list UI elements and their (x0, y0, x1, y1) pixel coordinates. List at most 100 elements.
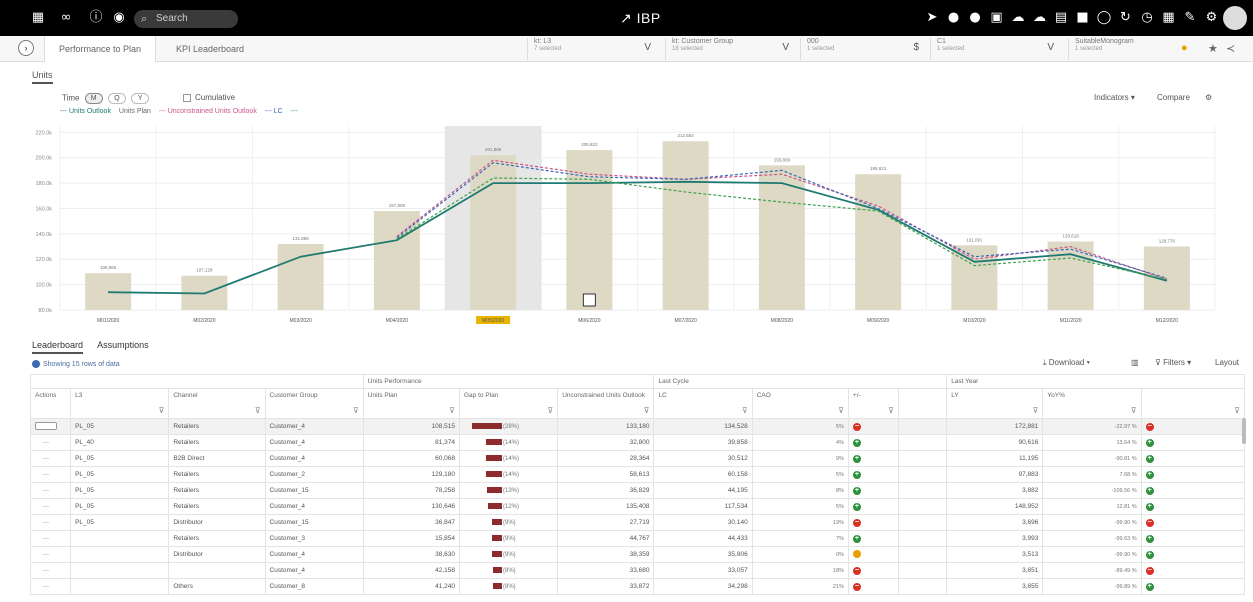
actions-cell[interactable]: — (29, 514, 72, 531)
actions-button[interactable]: — (35, 455, 57, 463)
actions-cell[interactable]: — (29, 578, 72, 595)
actions-button[interactable] (35, 421, 57, 430)
actions-button[interactable]: — (35, 535, 57, 543)
column-header[interactable]: Units Plan ⊽ (362, 388, 461, 419)
table-row[interactable]: PL_05 Retailers Customer_4 108,515 (28%) 133,… (29, 418, 1246, 435)
avatar[interactable] (1223, 6, 1247, 30)
legend-item[interactable]: Units Plan (119, 108, 151, 115)
actions-button[interactable]: — (35, 439, 57, 447)
file-icon[interactable]: ▤ (1053, 10, 1069, 26)
column-header[interactable]: CAO ⊽ (751, 388, 849, 419)
column-header[interactable]: LC ⊽ (653, 388, 753, 419)
refresh-icon[interactable]: ↻ (1118, 10, 1134, 26)
time-month-button[interactable]: M (84, 93, 103, 104)
actions-button[interactable]: — (35, 519, 57, 527)
table-row[interactable]: — PL_05 Retailers Customer_2 129,180 (14%) 58,… (29, 466, 1246, 483)
column-header[interactable]: +/- ⊽ (847, 388, 900, 419)
actions-cell[interactable]: — (29, 434, 72, 451)
clock-icon[interactable]: ◷ (1139, 10, 1155, 26)
time-year-button[interactable]: Y (131, 93, 150, 104)
column-header[interactable]: LY ⊽ (946, 388, 1044, 419)
star-icon[interactable]: ★ (1208, 42, 1218, 55)
actions-cell[interactable]: — (29, 466, 72, 483)
column-header[interactable]: L3 ⊽ (70, 388, 170, 419)
actions-button[interactable]: — (35, 487, 57, 495)
table-row[interactable]: — PL_05 Retailers Customer_15 78,258 (13%) 36,… (29, 482, 1246, 499)
table-scrollbar[interactable] (1242, 418, 1246, 444)
column-header[interactable]: Actions (29, 388, 72, 419)
compare-menu[interactable]: Compare (1157, 93, 1190, 102)
legend-item[interactable]: --- (291, 108, 298, 115)
column-header[interactable]: Gap to Plan ⊽ (458, 388, 559, 419)
filter-dropdown[interactable]: 000 1 selected $ (800, 38, 925, 60)
collapse-sidebar-button[interactable]: › (18, 40, 34, 56)
time-quarter-button[interactable]: Q (107, 93, 126, 104)
filter-icon[interactable]: ⊽ (838, 406, 844, 415)
column-header[interactable]: Customer Group ⊽ (264, 388, 364, 419)
actions-cell[interactable]: — (29, 562, 72, 579)
units-tab[interactable]: Units (32, 70, 53, 84)
columns-icon[interactable]: ▥ (1131, 358, 1139, 367)
tab-performance-to-plan[interactable]: Performance to Plan (44, 36, 157, 62)
tab-kpi-leaderboard[interactable]: KPI Leaderboard (162, 36, 258, 62)
legend-item[interactable]: --- Unconstrained Units Outlook (159, 108, 257, 115)
circle-icon[interactable]: ● (967, 10, 983, 26)
actions-cell[interactable]: — (29, 546, 72, 563)
filter-dropdown[interactable]: kt: Customer Group 18 selected V (665, 38, 795, 60)
filter-icon[interactable]: ⊽ (1033, 406, 1039, 415)
column-header[interactable] (898, 388, 948, 419)
column-header[interactable]: Channel ⊽ (168, 388, 266, 419)
table-row[interactable]: — Distributor Customer_4 38,630 (9%) 38,359 35… (29, 546, 1246, 563)
filter-icon[interactable]: ⊽ (742, 406, 748, 415)
table-row[interactable]: — PL_05 Distributor Customer_15 36,847 (9%) 27… (29, 514, 1246, 531)
bar[interactable] (951, 245, 998, 310)
table-row[interactable]: — PL_40 Retailers Customer_4 81,374 (14%) 32,8… (29, 434, 1246, 451)
filter-icon[interactable]: ⊽ (158, 406, 164, 415)
actions-cell[interactable]: — (29, 530, 72, 547)
actions-button[interactable]: — (35, 567, 57, 575)
share-icon[interactable]: ≺ (1226, 42, 1235, 55)
bar[interactable] (373, 211, 420, 310)
filter-dropdown[interactable]: C1 1 selected V (930, 38, 1060, 60)
actions-cell[interactable]: — (29, 450, 72, 467)
screen-icon[interactable]: ■ (1075, 10, 1091, 26)
filter-icon[interactable]: ⊽ (1234, 406, 1240, 415)
search-input[interactable]: ⌕ Search (134, 10, 238, 28)
filter-icon[interactable]: ⊽ (1131, 406, 1137, 415)
save-icon[interactable]: ▦ (1161, 10, 1177, 26)
doc-icon[interactable]: ▣ (989, 10, 1005, 26)
cumulative-checkbox[interactable] (183, 93, 191, 102)
table-row[interactable]: — PL_05 B2B Direct Customer_4 60,068 (14%) 28,… (29, 450, 1246, 467)
filters-button[interactable]: ⊽ Filters ▾ (1155, 358, 1191, 367)
filter-icon[interactable]: ⊽ (644, 406, 650, 415)
actions-cell[interactable] (29, 418, 72, 435)
filter-icon[interactable]: ⊽ (547, 406, 553, 415)
filter-dropdown[interactable]: SuitableMonogram 1 selected (1068, 38, 1173, 60)
tab-leaderboard[interactable]: Leaderboard (32, 340, 84, 354)
bar[interactable] (470, 155, 517, 310)
legend-item[interactable]: --- Units Outlook (60, 108, 111, 115)
link-icon[interactable]: ∞ (58, 10, 74, 26)
edit-icon[interactable]: ✎ (1182, 10, 1198, 26)
download-button[interactable]: ⤓ Download ▾ (1043, 358, 1090, 368)
actions-button[interactable]: — (35, 503, 57, 511)
table-row[interactable]: — PL_05 Retailers Customer_4 130,646 (12%) 135… (29, 498, 1246, 515)
filter-icon[interactable]: ⊽ (255, 406, 261, 415)
actions-cell[interactable]: — (29, 482, 72, 499)
filter-icon[interactable]: ⊽ (449, 406, 455, 415)
indicators-menu[interactable]: Indicators ▾ (1094, 93, 1135, 102)
marker-icon[interactable] (582, 293, 596, 307)
bar[interactable] (662, 141, 709, 310)
bar[interactable] (1047, 241, 1094, 310)
grid-icon[interactable]: ▦ (30, 10, 46, 26)
column-header[interactable]: YoY% ⊽ (1042, 388, 1142, 419)
table-row[interactable]: — Customer_4 42,158 (8%) 33,680 33,057 18% −3,6… (29, 562, 1246, 579)
column-header[interactable]: Unconstrained Units Outlook ⊽ (557, 388, 655, 419)
actions-cell[interactable]: — (29, 498, 72, 515)
table-row[interactable]: — Retailers Customer_3 15,854 (9%) 44,767 44,4… (29, 530, 1246, 547)
filter-icon[interactable]: ⊽ (353, 406, 359, 415)
settings-icon[interactable]: ⚙ (1205, 93, 1212, 102)
filter-icon[interactable]: ⊽ (888, 406, 894, 415)
circle-icon[interactable]: ● (946, 10, 962, 26)
tab-assumptions[interactable]: Assumptions (97, 340, 149, 350)
